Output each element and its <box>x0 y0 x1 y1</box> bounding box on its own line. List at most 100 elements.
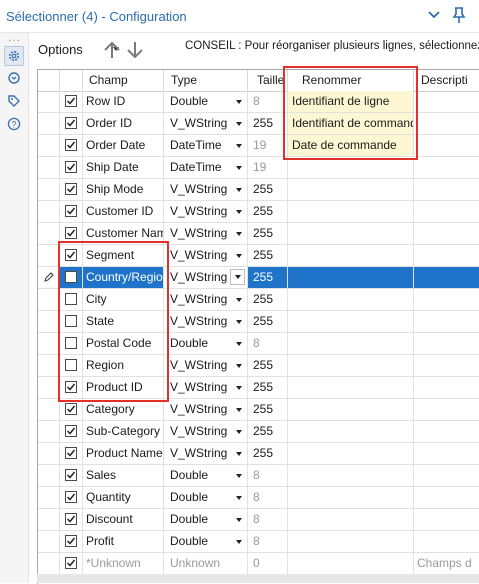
description-input[interactable] <box>414 113 479 134</box>
row-checkbox[interactable] <box>65 249 77 261</box>
field-size[interactable]: 255 <box>248 267 288 288</box>
rename-input[interactable] <box>288 267 414 288</box>
move-up-icon[interactable] <box>102 39 122 61</box>
field-type-select[interactable]: V_WString <box>164 421 248 442</box>
table-row[interactable]: Sales Double 8 <box>38 465 479 487</box>
table-row[interactable]: Row ID Double 8 Identifiant de ligne <box>38 91 479 113</box>
field-type-select[interactable]: V_WString <box>164 311 248 332</box>
rename-input[interactable]: Date de commande <box>288 135 414 156</box>
row-checkbox[interactable] <box>65 95 77 107</box>
row-checkbox[interactable] <box>65 447 77 459</box>
help-icon[interactable]: ? <box>5 115 23 133</box>
table-row[interactable]: Segment V_WString 255 <box>38 245 479 267</box>
field-size[interactable]: 255 <box>248 355 288 376</box>
caret-down-icon[interactable] <box>236 408 242 412</box>
header-select-all[interactable] <box>60 70 83 91</box>
refresh-icon[interactable] <box>5 69 23 87</box>
caret-down-icon[interactable] <box>236 298 242 302</box>
description-input[interactable] <box>414 399 479 420</box>
field-size[interactable]: 8 <box>248 531 288 552</box>
pin-icon[interactable] <box>451 6 467 24</box>
table-row[interactable]: Product Name V_WString 255 <box>38 443 479 465</box>
move-down-icon[interactable] <box>125 39 145 61</box>
field-type-select[interactable]: V_WString <box>164 113 248 134</box>
row-checkbox[interactable] <box>65 403 77 415</box>
field-type-select[interactable]: V_WString <box>164 289 248 310</box>
row-checkbox[interactable] <box>65 491 77 503</box>
description-input[interactable] <box>414 91 479 112</box>
field-type-select[interactable]: V_WString <box>164 267 248 288</box>
field-size[interactable]: 255 <box>248 179 288 200</box>
rename-input[interactable] <box>288 377 414 398</box>
table-row[interactable]: City V_WString 255 <box>38 289 479 311</box>
description-input[interactable] <box>414 179 479 200</box>
caret-down-icon[interactable] <box>236 254 242 258</box>
table-row[interactable]: Discount Double 8 <box>38 509 479 531</box>
header-rename[interactable]: Renommer <box>288 70 414 91</box>
horizontal-scrollbar[interactable] <box>37 574 479 583</box>
rename-input[interactable] <box>288 487 414 508</box>
rename-input[interactable] <box>288 311 414 332</box>
caret-down-icon[interactable] <box>236 166 242 170</box>
row-checkbox[interactable] <box>65 557 77 569</box>
table-row[interactable]: Order Date DateTime 19 Date de commande <box>38 135 479 157</box>
table-row[interactable]: Postal Code Double 8 <box>38 333 479 355</box>
rename-input[interactable] <box>288 421 414 442</box>
field-type-select[interactable]: V_WString <box>164 179 248 200</box>
row-checkbox[interactable] <box>65 161 77 173</box>
caret-down-icon[interactable] <box>236 474 242 478</box>
rename-input[interactable]: Identifiant de ligne <box>288 91 414 112</box>
table-row[interactable]: State V_WString 255 <box>38 311 479 333</box>
caret-down-icon[interactable] <box>236 540 242 544</box>
rename-input[interactable] <box>288 245 414 266</box>
row-checkbox[interactable] <box>65 425 77 437</box>
caret-down-icon[interactable] <box>236 430 242 434</box>
field-type-select[interactable]: V_WString <box>164 355 248 376</box>
field-type-select[interactable]: V_WString <box>164 443 248 464</box>
description-input[interactable] <box>414 421 479 442</box>
header-champ[interactable]: Champ <box>83 70 164 91</box>
description-input[interactable] <box>414 223 479 244</box>
row-checkbox[interactable] <box>65 513 77 525</box>
field-size[interactable]: 255 <box>248 399 288 420</box>
row-checkbox[interactable] <box>65 271 77 283</box>
row-checkbox[interactable] <box>65 205 77 217</box>
row-checkbox[interactable] <box>65 337 77 349</box>
rename-input[interactable] <box>288 333 414 354</box>
table-row[interactable]: Product ID V_WString 255 <box>38 377 479 399</box>
header-type[interactable]: Type <box>164 70 248 91</box>
row-checkbox[interactable] <box>65 293 77 305</box>
caret-down-icon[interactable] <box>236 100 242 104</box>
row-checkbox[interactable] <box>65 469 77 481</box>
field-type-select[interactable]: V_WString <box>164 399 248 420</box>
field-type-select[interactable]: Double <box>164 487 248 508</box>
table-row[interactable]: Customer Name V_WString 255 <box>38 223 479 245</box>
rename-input[interactable] <box>288 157 414 178</box>
rename-input[interactable] <box>288 553 414 574</box>
table-row[interactable]: Ship Date DateTime 19 <box>38 157 479 179</box>
table-row[interactable]: Category V_WString 255 <box>38 399 479 421</box>
caret-down-icon[interactable] <box>236 122 242 126</box>
caret-down-icon[interactable] <box>236 210 242 214</box>
field-size[interactable]: 255 <box>248 289 288 310</box>
rename-input[interactable] <box>288 201 414 222</box>
field-size[interactable]: 8 <box>248 465 288 486</box>
description-input[interactable] <box>414 245 479 266</box>
table-row[interactable]: Quantity Double 8 <box>38 487 479 509</box>
description-input[interactable] <box>414 201 479 222</box>
chevron-down-icon[interactable] <box>427 8 441 22</box>
field-type-select[interactable]: DateTime <box>164 157 248 178</box>
description-input[interactable] <box>414 267 479 288</box>
row-checkbox[interactable] <box>65 359 77 371</box>
field-type-select[interactable]: Double <box>164 531 248 552</box>
description-input[interactable] <box>414 311 479 332</box>
row-checkbox[interactable] <box>65 183 77 195</box>
row-checkbox[interactable] <box>65 381 77 393</box>
table-row[interactable]: Country/Region V_WString 255 <box>38 267 479 289</box>
table-row[interactable]: Ship Mode V_WString 255 <box>38 179 479 201</box>
rename-input[interactable] <box>288 531 414 552</box>
description-input[interactable] <box>414 355 479 376</box>
rename-input[interactable] <box>288 179 414 200</box>
field-type-select[interactable]: DateTime <box>164 135 248 156</box>
field-size[interactable]: 8 <box>248 91 288 112</box>
